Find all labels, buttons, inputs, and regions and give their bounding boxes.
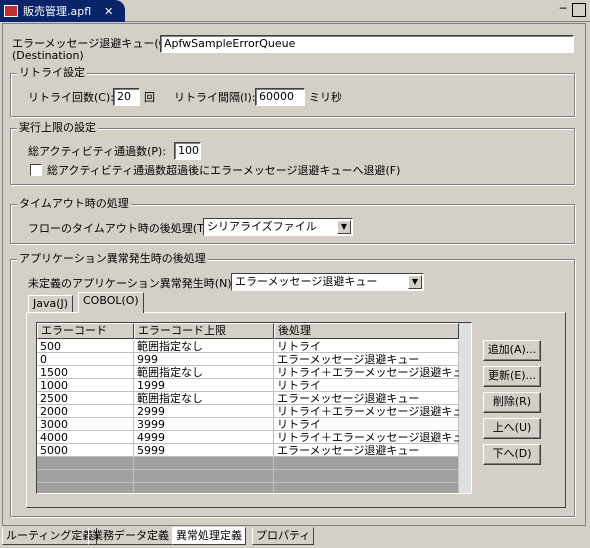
file-icon xyxy=(4,5,18,17)
cell-error-code: 500 xyxy=(37,340,134,353)
cell-post-process: リトライ xyxy=(274,340,459,353)
move-down-button[interactable]: 下へ(D) xyxy=(483,444,541,465)
table-row[interactable]: 1000 1999 リトライ xyxy=(37,379,461,392)
error-queue-sublabel: (Destination) xyxy=(12,49,84,62)
timeout-group-title: タイムアウト時の処理 xyxy=(17,197,131,211)
update-button[interactable]: 更新(E)... xyxy=(483,366,541,387)
cell-post-process: リトライ xyxy=(274,418,459,431)
cell-error-code: 2500 xyxy=(37,392,134,405)
retry-interval-unit: ミリ秒 xyxy=(309,91,342,104)
undefined-error-label: 未定義のアプリケーション異常発生時(N): xyxy=(28,277,236,290)
tab-exception-handling[interactable]: 異常処理定義 xyxy=(172,527,246,545)
exceed-retreat-checkbox[interactable] xyxy=(30,164,42,176)
error-queue-input[interactable]: ApfwSampleErrorQueue xyxy=(160,35,574,53)
timeout-post-label: フローのタイムアウト時の後処理(T): xyxy=(28,222,212,235)
chevron-down-icon[interactable]: ▼ xyxy=(408,275,422,289)
column-header-post-process[interactable]: 後処理 xyxy=(274,323,459,339)
cell-error-code: 4000 xyxy=(37,431,134,444)
minimize-button[interactable]: ─ xyxy=(556,3,570,17)
tab-java[interactable]: Java(J) xyxy=(28,295,74,313)
table-scrollbar[interactable] xyxy=(459,323,471,493)
maximize-button[interactable] xyxy=(572,3,586,17)
cell-error-code: 1000 xyxy=(37,379,134,392)
cell-post-process: エラーメッセージ退避キュー xyxy=(274,353,459,366)
cell-error-code: 0 xyxy=(37,353,134,366)
cell-post-process: リトライ＋エラーメッセージ退避キュー xyxy=(274,405,471,418)
retry-group-title: リトライ設定 xyxy=(17,66,87,80)
tab-business-data[interactable]: 業務データ定義 xyxy=(88,527,173,545)
retry-interval-input[interactable]: 60000 xyxy=(255,88,305,106)
retry-count-label: リトライ回数(C): xyxy=(28,91,114,104)
table-row[interactable]: 2000 2999 リトライ＋エラーメッセージ退避キュー xyxy=(37,405,471,418)
table-row[interactable]: 3000 3999 リトライ xyxy=(37,418,461,431)
cell-post-process: リトライ xyxy=(274,379,459,392)
total-activity-input[interactable]: 100 xyxy=(174,142,201,160)
cell-error-code-limit: 範囲指定なし xyxy=(134,392,274,405)
table-row[interactable]: 0 999 エラーメッセージ退避キュー xyxy=(37,353,461,366)
tab-routing[interactable]: ルーティング定義 xyxy=(2,527,98,545)
add-button[interactable]: 追加(A)... xyxy=(483,340,541,361)
cell-post-process: エラーメッセージ退避キュー xyxy=(274,392,459,405)
editor-tab[interactable]: 販売管理.apfl ✕ xyxy=(0,0,125,22)
move-up-button[interactable]: 上へ(U) xyxy=(483,418,541,439)
table-row[interactable]: 500 範囲指定なし リトライ xyxy=(37,340,461,353)
column-header-error-code[interactable]: エラーコード xyxy=(37,323,134,339)
cell-error-code: 3000 xyxy=(37,418,134,431)
retry-count-unit: 回 xyxy=(144,91,155,104)
retry-count-input[interactable]: 20 xyxy=(113,88,140,106)
cell-error-code-limit: 2999 xyxy=(134,405,274,418)
exec-limit-group-title: 実行上限の設定 xyxy=(17,121,98,135)
cell-post-process: リトライ＋エラーメッセージ退避キュー xyxy=(274,366,471,379)
close-icon[interactable]: ✕ xyxy=(104,5,113,18)
cell-post-process: エラーメッセージ退避キュー xyxy=(274,444,459,457)
cell-post-process: リトライ＋エラーメッセージ退避キュー xyxy=(274,431,471,444)
total-activity-label: 総アクティビティ通過数(P): xyxy=(28,145,167,158)
empty-row xyxy=(37,457,461,470)
cell-error-code: 5000 xyxy=(37,444,134,457)
chevron-down-icon[interactable]: ▼ xyxy=(337,220,351,234)
tab-cobol[interactable]: COBOL(O) xyxy=(78,292,144,313)
table-row[interactable]: 4000 4999 リトライ＋エラーメッセージ退避キュー xyxy=(37,431,471,444)
table-row[interactable]: 1500 範囲指定なし リトライ＋エラーメッセージ退避キュー xyxy=(37,366,471,379)
cell-error-code-limit: 5999 xyxy=(134,444,274,457)
cell-error-code: 2000 xyxy=(37,405,134,418)
undefined-error-select[interactable]: エラーメッセージ退避キュー ▼ xyxy=(231,273,424,291)
app-error-group-title: アプリケーション異常発生時の後処理 xyxy=(17,252,208,266)
tab-properties[interactable]: プロパティ xyxy=(252,527,315,545)
empty-row xyxy=(37,470,461,483)
cell-error-code-limit: 999 xyxy=(134,353,274,366)
cell-error-code-limit: 1999 xyxy=(134,379,274,392)
cell-error-code-limit: 範囲指定なし xyxy=(134,366,274,379)
undefined-error-value: エラーメッセージ退避キュー xyxy=(235,275,378,288)
editor-tab-title: 販売管理.apfl xyxy=(23,5,92,18)
timeout-post-select[interactable]: シリアライズファイル ▼ xyxy=(203,218,353,236)
column-header-error-code-limit[interactable]: エラーコード上限 xyxy=(134,323,274,339)
timeout-post-value: シリアライズファイル xyxy=(207,220,317,233)
delete-button[interactable]: 削除(R) xyxy=(483,392,541,413)
retry-interval-label: リトライ間隔(I): xyxy=(174,91,256,104)
empty-row xyxy=(37,483,461,493)
error-code-table: エラーコード エラーコード上限 後処理 500 範囲指定なし リトライ 0 999 エラー… xyxy=(36,322,472,494)
table-row[interactable]: 2500 範囲指定なし エラーメッセージ退避キュー xyxy=(37,392,461,405)
cell-error-code-limit: 範囲指定なし xyxy=(134,340,274,353)
exceed-retreat-label: 総アクティビティ通過数超過後にエラーメッセージ退避キューへ退避(F) xyxy=(47,164,401,177)
cell-error-code-limit: 4999 xyxy=(134,431,274,444)
table-row[interactable]: 5000 5999 エラーメッセージ退避キュー xyxy=(37,444,461,457)
cell-error-code: 1500 xyxy=(37,366,134,379)
cell-error-code-limit: 3999 xyxy=(134,418,274,431)
